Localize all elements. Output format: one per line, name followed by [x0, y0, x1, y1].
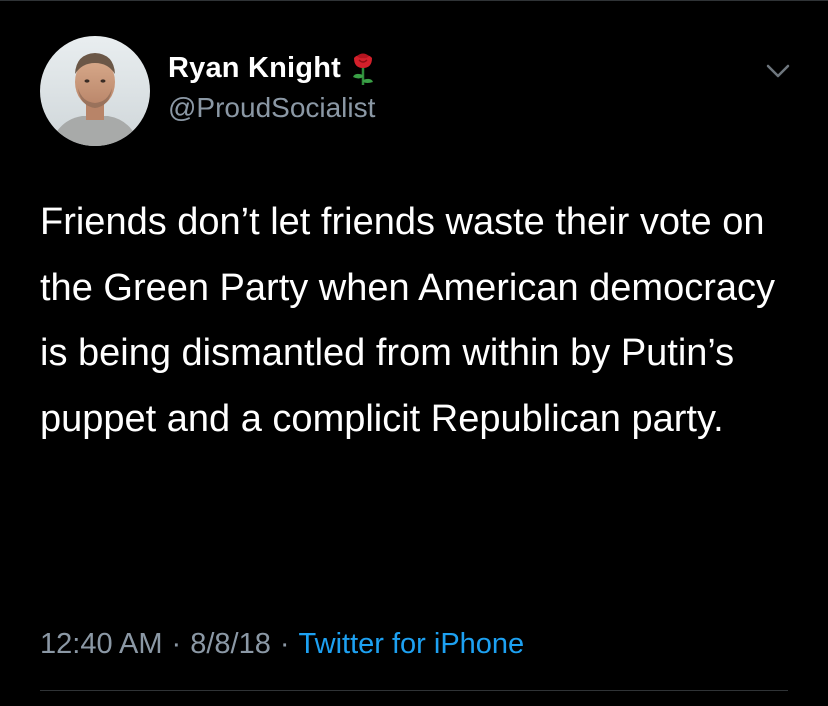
bottom-divider: [40, 690, 788, 691]
tweet-date[interactable]: 8/8/18: [190, 628, 271, 661]
tweet-source-link[interactable]: Twitter for iPhone: [299, 628, 525, 661]
display-name[interactable]: Ryan Knight: [168, 52, 341, 85]
avatar[interactable]: [40, 36, 150, 146]
author-name-row[interactable]: Ryan Knight: [168, 48, 377, 88]
tweet-metadata: 12:40 AM · 8/8/18 · Twitter for iPhone: [40, 622, 524, 666]
chevron-down-icon[interactable]: [760, 56, 796, 86]
rose-icon: [352, 53, 373, 85]
tweet-time[interactable]: 12:40 AM: [40, 628, 163, 661]
top-divider: [0, 0, 828, 1]
separator-dot: ·: [279, 627, 290, 660]
avatar-image: [40, 36, 150, 146]
separator-dot: ·: [171, 627, 182, 660]
tweet-text: Friends don’t let friends waste their vo…: [40, 201, 786, 440]
author-handle[interactable]: @ProudSocialist: [168, 92, 375, 124]
